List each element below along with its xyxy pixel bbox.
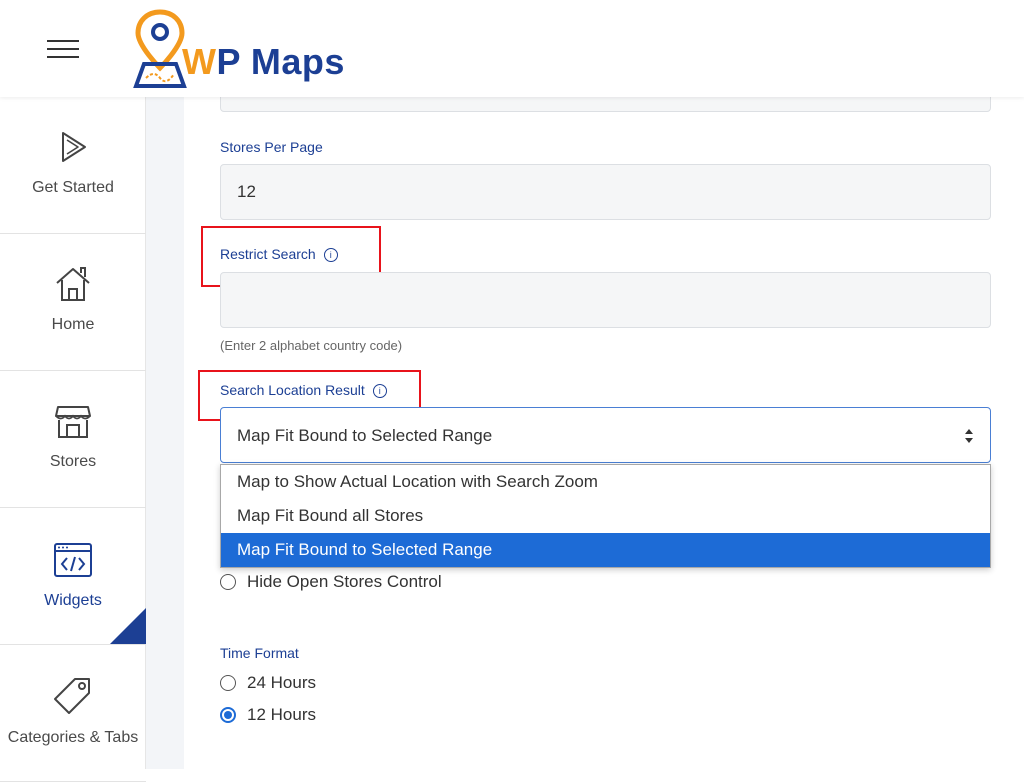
restrict-search-hint: (Enter 2 alphabet country code) (220, 338, 403, 353)
dropdown-option[interactable]: Map to Show Actual Location with Search … (221, 465, 990, 499)
search-location-result-label: Search Location Result i (220, 382, 387, 398)
sidebar-item-get-started[interactable]: Get Started (0, 97, 146, 234)
radio-button[interactable] (220, 675, 236, 691)
radio-label: 24 Hours (247, 673, 316, 692)
code-window-icon (54, 543, 92, 577)
top-bar: WP Maps (0, 0, 1024, 97)
info-icon[interactable]: i (372, 384, 387, 398)
time-format-option-24[interactable]: 24 Hours (220, 672, 316, 694)
sidebar-item-label: Categories & Tabs (7, 729, 139, 746)
hide-open-stores-radio[interactable]: Hide Open Stores Control (220, 571, 442, 593)
sidebar-item-home[interactable]: Home (0, 234, 146, 371)
info-icon[interactable]: i (323, 248, 338, 262)
logo-text: WP Maps (182, 41, 345, 82)
stores-per-page-label: Stores Per Page (220, 139, 323, 155)
select-arrows-icon (965, 429, 973, 443)
sidebar-item-label: Home (51, 316, 95, 333)
search-location-result-select[interactable]: Map Fit Bound to Selected Range (220, 407, 991, 463)
radio-label: Hide Open Stores Control (247, 572, 442, 591)
sidebar-item-label: Get Started (32, 179, 114, 196)
home-icon (56, 267, 90, 301)
sidebar-item-widgets[interactable]: Widgets (0, 508, 146, 645)
map-pin-logo-icon (133, 9, 187, 88)
content-gutter (146, 97, 184, 769)
radio-label: 12 Hours (247, 705, 316, 724)
store-icon (55, 406, 91, 438)
time-format-label: Time Format (220, 645, 299, 661)
sidebar-item-label: Stores (49, 453, 97, 470)
time-format-option-12[interactable]: 12 Hours (220, 704, 316, 726)
restrict-search-input[interactable] (220, 272, 991, 328)
sidebar: Get Started Home Stores Widgets Categori… (0, 97, 146, 782)
sidebar-item-stores[interactable]: Stores (0, 371, 146, 508)
search-location-result-dropdown: Map to Show Actual Location with Search … (220, 464, 991, 568)
play-icon (62, 132, 86, 162)
active-indicator (110, 608, 146, 644)
tag-icon (54, 678, 90, 714)
sidebar-item-categories-tabs[interactable]: Categories & Tabs (0, 645, 146, 782)
settings-form: Stores Per Page 12 Restrict Search i (Ent… (184, 57, 1024, 769)
dropdown-option[interactable]: Map Fit Bound to Selected Range (221, 533, 990, 567)
radio-button[interactable] (220, 574, 236, 590)
menu-icon[interactable] (47, 38, 79, 60)
dropdown-option[interactable]: Map Fit Bound all Stores (221, 499, 990, 533)
stores-per-page-input[interactable]: 12 (220, 164, 991, 220)
wp-maps-logo[interactable]: WP Maps (130, 8, 350, 90)
restrict-search-label: Restrict Search i (220, 246, 338, 262)
radio-button[interactable] (220, 707, 236, 723)
select-value: Map Fit Bound to Selected Range (237, 426, 493, 445)
